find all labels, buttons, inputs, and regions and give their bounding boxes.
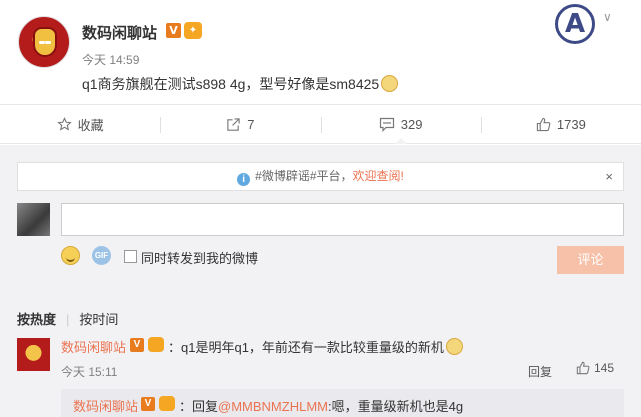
comment-time: 今天 15:11 <box>61 365 118 379</box>
share-icon <box>227 117 240 131</box>
comment-sort-tabs: 按热度 | 按时间 <box>17 312 119 327</box>
mention-link[interactable]: @MMBNMZHLMM <box>218 399 328 414</box>
sub-reply-text: ：回复@MMBNMZHLMM:嗯，重量级新机也是4g <box>179 396 463 415</box>
chevron-down-icon[interactable]: ∨ <box>603 10 612 24</box>
comment-button[interactable]: 329 <box>320 105 481 144</box>
author-name[interactable]: 数码闲聊站 <box>82 22 157 43</box>
sub-reply-prefix: ：回复 <box>179 399 219 414</box>
comment-icon <box>379 117 394 132</box>
action-bar: 收藏 7 329 1739 <box>0 104 641 144</box>
repost-checkbox-label[interactable]: 同时转发到我的微博 <box>141 248 258 267</box>
repost-button[interactable]: 7 <box>160 105 320 143</box>
thumbs-up-icon <box>576 361 590 375</box>
doge-emoji-icon <box>381 75 399 92</box>
rumor-notice-banner: i #微博辟谣#平台，欢迎查阅! × <box>17 162 624 191</box>
tab-sort-time[interactable]: 按时间 <box>79 312 118 327</box>
like-count: 1739 <box>556 116 586 132</box>
iron-man-mask-icon <box>33 27 57 57</box>
level-badge-icon: ✦ <box>184 22 202 39</box>
favorite-label: 收藏 <box>77 117 104 133</box>
comment-text: ：q1是明年q1，年前还有一款比较重量级的新机 <box>168 337 463 356</box>
sub-reply: 数码闲聊站 V ：回复@MMBNMZHLMM:嗯，重量级新机也是4g <box>61 389 624 417</box>
close-icon[interactable]: × <box>605 163 613 190</box>
post-time[interactable]: 今天 14:59 <box>82 51 139 68</box>
gif-icon[interactable]: GIF <box>92 246 111 265</box>
favorite-button[interactable]: 收藏 <box>0 105 160 143</box>
level-badge-icon <box>148 337 164 352</box>
repost-checkbox[interactable] <box>124 250 137 263</box>
info-icon: i <box>237 173 251 186</box>
submit-comment-button[interactable]: 评论 <box>557 246 624 274</box>
avengers-logo-icon: A <box>555 4 595 44</box>
comment-section: i #微博辟谣#平台，欢迎查阅! × GIF 同时转发到我的微博 评论 按热度 | 按… <box>0 145 641 417</box>
comment-like-count: 145 <box>594 361 615 375</box>
tab-sort-hot[interactable]: 按热度 <box>17 312 56 327</box>
comment-count: 329 <box>400 116 423 132</box>
comment-like-button[interactable]: 145 <box>576 361 614 375</box>
star-icon <box>56 116 72 131</box>
repost-count: 7 <box>247 116 255 132</box>
commenter-avatar[interactable] <box>17 338 50 371</box>
emoji-picker-icon[interactable] <box>61 246 80 265</box>
sub-reply-author[interactable]: 数码闲聊站 <box>73 396 138 415</box>
thumbs-up-icon <box>536 117 551 131</box>
level-badge-icon <box>159 396 175 411</box>
notice-text: #微博辟谣#平台， <box>255 169 353 183</box>
comment-input[interactable] <box>61 203 624 236</box>
post-text: q1商务旗舰在测试s898 4g，型号好像是sm8425 <box>82 74 399 94</box>
verified-badge-icon: V <box>141 397 155 411</box>
sub-reply-content: :嗯，重量级新机也是4g <box>327 399 464 414</box>
notice-link[interactable]: 欢迎查阅! <box>353 169 404 183</box>
post-text-content: q1商务旗舰在测试s898 4g，型号好像是sm8425 <box>82 76 380 92</box>
comment-text-content: ：q1是明年q1，年前还有一款比较重量级的新机 <box>168 340 444 355</box>
verified-badge-icon: V <box>166 23 181 38</box>
commenter-name[interactable]: 数码闲聊站 <box>61 337 126 356</box>
current-user-avatar[interactable] <box>17 203 50 236</box>
like-button[interactable]: 1739 <box>480 105 641 143</box>
doge-emoji-icon <box>445 338 463 355</box>
verified-badge-icon: V <box>130 338 144 352</box>
reply-button[interactable]: 回复 <box>528 363 552 380</box>
author-avatar[interactable] <box>18 16 70 68</box>
